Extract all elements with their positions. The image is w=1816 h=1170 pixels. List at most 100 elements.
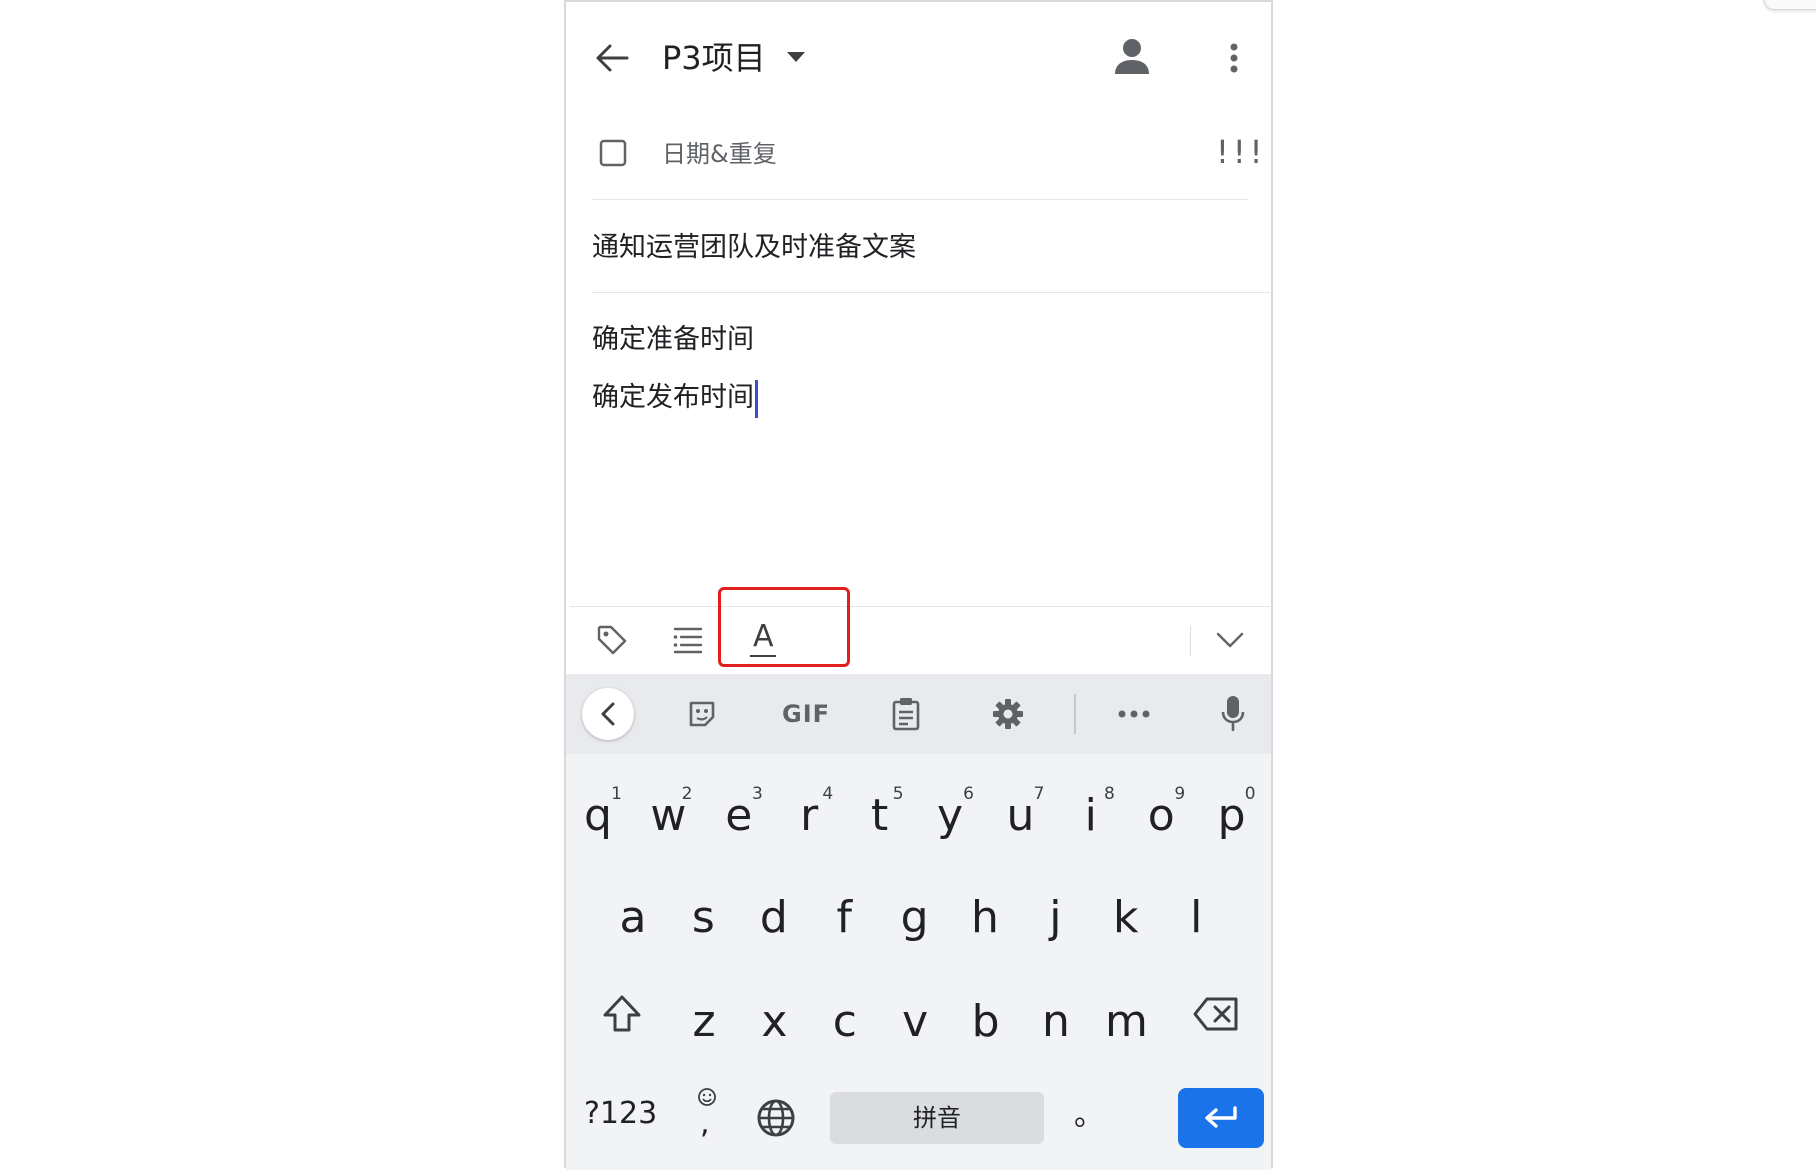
priority-button[interactable]: !!! — [1216, 132, 1266, 172]
gear-icon[interactable] — [990, 696, 1026, 732]
key-label: l — [1190, 892, 1203, 943]
key-v[interactable]: v — [885, 982, 945, 1062]
key-hint: 8 — [1103, 784, 1115, 804]
key-g[interactable]: g — [885, 878, 945, 958]
key-q[interactable]: q1 — [568, 776, 628, 856]
more-horizontal-icon[interactable] — [1116, 702, 1152, 726]
key-i[interactable]: i8 — [1061, 776, 1121, 856]
key-hint: 9 — [1174, 784, 1186, 804]
enter-icon[interactable] — [1178, 1088, 1264, 1148]
key-label: g — [900, 892, 929, 943]
symbols-key[interactable]: ?123 — [584, 1094, 657, 1134]
highlight-box — [718, 587, 850, 667]
more-vertical-icon[interactable] — [1224, 38, 1244, 78]
key-f[interactable]: f — [814, 878, 874, 958]
clipboard-icon[interactable] — [888, 694, 924, 734]
key-label: o — [1147, 790, 1175, 841]
microphone-icon[interactable] — [1218, 694, 1248, 734]
date-repeat-button[interactable]: 日期&重复 — [662, 138, 777, 170]
key-label: j — [1049, 892, 1062, 943]
key-hint: 2 — [681, 784, 693, 804]
chevron-left-icon[interactable] — [582, 688, 634, 740]
key-d[interactable]: d — [744, 878, 804, 958]
key-u[interactable]: u7 — [990, 776, 1050, 856]
note-line[interactable]: 确定准备时间 — [592, 320, 754, 360]
list-icon[interactable] — [670, 622, 706, 658]
key-x[interactable]: x — [744, 982, 804, 1062]
key-hint: 0 — [1244, 784, 1256, 804]
globe-icon[interactable] — [754, 1096, 798, 1140]
key-label: z — [692, 996, 716, 1047]
key-k[interactable]: k — [1096, 878, 1156, 958]
key-s[interactable]: s — [673, 878, 733, 958]
emoji-icon — [696, 1086, 718, 1108]
key-label: k — [1113, 892, 1139, 943]
key-a[interactable]: a — [603, 878, 663, 958]
backspace-icon[interactable] — [1186, 984, 1246, 1044]
key-t[interactable]: t5 — [850, 776, 910, 856]
key-y[interactable]: y6 — [920, 776, 980, 856]
key-hint: 6 — [963, 784, 974, 804]
key-label: e — [725, 790, 753, 841]
key-r[interactable]: r4 — [779, 776, 839, 856]
key-label: m — [1104, 996, 1148, 1047]
key-l[interactable]: l — [1166, 878, 1226, 958]
period-key[interactable]: 。 — [1074, 1094, 1104, 1138]
key-label: v — [902, 996, 929, 1047]
key-n[interactable]: n — [1026, 982, 1086, 1062]
divider — [592, 199, 1248, 200]
key-label: t — [870, 790, 889, 841]
gif-button[interactable]: GIF — [782, 696, 830, 732]
key-j[interactable]: j — [1025, 878, 1085, 958]
key-label: s — [691, 892, 715, 943]
key-label: p — [1217, 790, 1246, 841]
key-hint: 1 — [611, 784, 622, 804]
divider — [1074, 694, 1076, 734]
key-label: h — [971, 892, 999, 943]
space-key[interactable]: 拼音 — [830, 1092, 1044, 1144]
key-c[interactable]: c — [815, 982, 875, 1062]
key-label: q — [584, 790, 612, 841]
person-icon[interactable] — [1112, 36, 1152, 76]
key-label: d — [759, 892, 788, 943]
note-line[interactable]: 确定发布时间 — [592, 378, 758, 418]
key-label: c — [832, 996, 857, 1047]
key-label: r — [800, 790, 819, 841]
key-hint: 4 — [822, 784, 834, 804]
key-m[interactable]: m — [1096, 982, 1156, 1062]
key-label: a — [619, 892, 647, 943]
comma-key[interactable]: , — [692, 1086, 722, 1146]
checkbox-icon[interactable] — [598, 138, 628, 168]
key-w[interactable]: w2 — [638, 776, 698, 856]
shift-icon[interactable] — [592, 984, 652, 1044]
key-label: i — [1084, 790, 1097, 841]
keyboard-toolbar: GIF — [566, 674, 1271, 754]
phone-screen: P3项目 日期&重复 !!! 通知运营团队及时准备文案 确定准备时间 确定发布时… — [564, 0, 1273, 1170]
arrow-left-icon[interactable] — [592, 38, 632, 78]
key-hint: 3 — [751, 784, 763, 804]
task-title[interactable]: 通知运营团队及时准备文案 — [592, 228, 916, 268]
key-z[interactable]: z — [674, 982, 734, 1062]
sticker-icon[interactable] — [684, 696, 720, 732]
tag-icon[interactable] — [594, 622, 630, 658]
key-label: x — [761, 996, 788, 1047]
comma-label: , — [700, 1106, 710, 1141]
page-title[interactable]: P3项目 — [662, 36, 766, 80]
key-h[interactable]: h — [955, 878, 1015, 958]
chevron-down-icon[interactable] — [1212, 624, 1248, 656]
key-hint: 7 — [1033, 784, 1045, 804]
key-label: y — [936, 790, 964, 841]
key-label: b — [971, 996, 1000, 1047]
key-o[interactable]: o9 — [1131, 776, 1191, 856]
key-hint: 5 — [892, 784, 904, 804]
key-label: f — [836, 892, 852, 943]
key-b[interactable]: b — [956, 982, 1016, 1062]
key-p[interactable]: p0 — [1202, 776, 1262, 856]
caret-down-icon[interactable] — [784, 48, 808, 66]
key-e[interactable]: e3 — [709, 776, 769, 856]
key-label: n — [1042, 996, 1070, 1047]
window-corner-decoration — [1764, 0, 1816, 10]
divider — [1190, 626, 1191, 656]
keyboard: GIF q1w2e3r4t5y6u7i8o9p0 asdfghjkl zxcvb… — [566, 674, 1271, 1170]
note-line-text: 确定发布时间 — [592, 382, 754, 413]
